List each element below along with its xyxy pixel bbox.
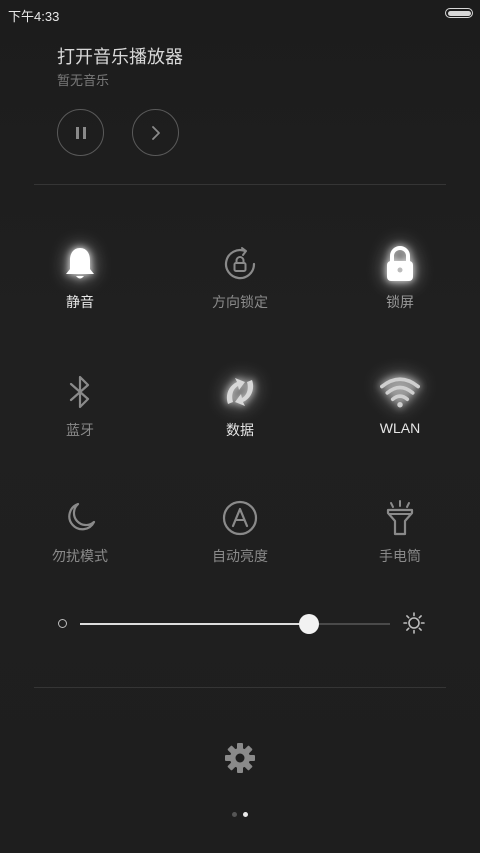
battery-icon xyxy=(445,8,473,18)
toggle-label: WLAN xyxy=(379,420,421,436)
chevron-right-icon xyxy=(151,125,160,140)
divider xyxy=(34,687,446,688)
toggle-mobile-data[interactable]: 数据 xyxy=(175,372,305,452)
brightness-slider[interactable] xyxy=(55,610,425,640)
auto-brightness-icon xyxy=(220,498,260,538)
bell-icon xyxy=(60,244,100,284)
toggle-mute[interactable]: 静音 xyxy=(15,244,145,324)
flashlight-icon xyxy=(380,498,420,538)
toggle-label: 自动亮度 xyxy=(212,548,268,564)
music-status: 暂无音乐 xyxy=(57,73,110,88)
toggle-lock-screen[interactable]: 锁屏 xyxy=(335,244,465,324)
status-time: 下午4:33 xyxy=(8,9,60,24)
page-dot-active[interactable] xyxy=(243,812,248,817)
pause-button[interactable] xyxy=(57,109,104,156)
slider-fill xyxy=(80,623,310,625)
moon-icon xyxy=(60,498,100,538)
lock-icon xyxy=(380,244,420,284)
toggle-label: 勿扰模式 xyxy=(52,548,108,564)
brightness-low-icon xyxy=(58,619,67,628)
toggle-label: 蓝牙 xyxy=(66,422,94,438)
music-player-title[interactable]: 打开音乐播放器 xyxy=(57,43,183,69)
toggle-label: 手电筒 xyxy=(379,548,421,564)
toggle-label: 数据 xyxy=(226,422,254,438)
toggle-label: 锁屏 xyxy=(386,294,414,310)
toggle-label: 静音 xyxy=(66,294,94,310)
toggle-flashlight[interactable]: 手电筒 xyxy=(335,498,465,578)
wifi-icon xyxy=(380,372,420,412)
settings-gear-icon[interactable] xyxy=(224,742,256,774)
brightness-high-icon xyxy=(403,612,425,634)
rotation-lock-icon xyxy=(220,244,260,284)
toggle-label: 方向锁定 xyxy=(212,294,268,310)
toggle-do-not-disturb[interactable]: 勿扰模式 xyxy=(15,498,145,578)
toggle-auto-brightness[interactable]: 自动亮度 xyxy=(175,498,305,578)
slider-thumb[interactable] xyxy=(299,614,320,634)
pause-icon xyxy=(75,126,86,139)
divider xyxy=(34,184,446,185)
toggle-bluetooth[interactable]: 蓝牙 xyxy=(15,372,145,452)
bluetooth-icon xyxy=(60,372,100,412)
next-button[interactable] xyxy=(132,109,179,156)
toggle-wlan[interactable]: WLAN xyxy=(335,372,465,452)
toggle-rotation-lock[interactable]: 方向锁定 xyxy=(175,244,305,324)
data-sync-icon xyxy=(220,372,260,412)
status-bar: 下午4:33 xyxy=(0,0,480,26)
page-dot[interactable] xyxy=(232,812,237,817)
slider-track[interactable] xyxy=(80,614,390,634)
page-indicator xyxy=(0,812,480,817)
